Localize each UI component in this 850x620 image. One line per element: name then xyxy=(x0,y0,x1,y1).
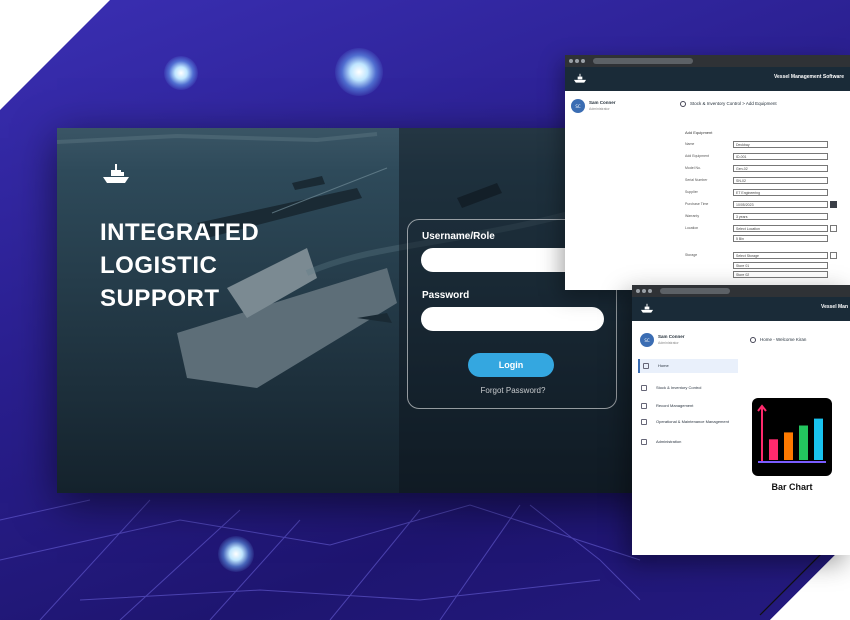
headline-line: INTEGRATED xyxy=(100,219,260,246)
sidebar-item-records[interactable]: Record Management xyxy=(638,399,738,413)
tile-bar xyxy=(799,425,808,460)
address-bar[interactable] xyxy=(660,288,730,294)
hero-headline: INTEGRATED LOGISTIC SUPPORT xyxy=(100,216,340,315)
window-dot-icon[interactable] xyxy=(575,59,579,63)
dashboard-window: Vessel Man SC Sam Conner Administrator H… xyxy=(632,285,850,555)
form-row: Supplier ET Engineering xyxy=(685,189,840,197)
date-field[interactable]: 10/05/2023 xyxy=(733,201,828,208)
bar-chart-tile[interactable] xyxy=(752,398,832,476)
field-input[interactable]: 3 years xyxy=(733,213,828,220)
password-input[interactable] xyxy=(421,307,604,331)
form-row: Storage Select Storage xyxy=(685,252,840,260)
home-icon xyxy=(750,337,756,343)
browser-titlebar xyxy=(632,285,850,297)
window-dot-icon[interactable] xyxy=(636,289,640,293)
user-role: Administrator xyxy=(589,107,610,111)
form-row: Add Equipment ID-001 xyxy=(685,153,840,161)
form-row: 5 Bin xyxy=(685,235,840,243)
ship-logo-icon xyxy=(640,303,654,313)
sidebar-item-home[interactable]: Home xyxy=(638,359,738,373)
users-icon xyxy=(641,439,647,445)
field-label: Model No. xyxy=(685,166,701,170)
sidebar-item-label: Operational & Maintenance Management xyxy=(656,419,729,424)
sidebar-item-label: Administration xyxy=(656,439,682,444)
calendar-icon[interactable] xyxy=(830,201,837,208)
user-name: Sam Conner xyxy=(658,334,685,339)
form-section-title: Add Equipment xyxy=(685,130,713,135)
login-button[interactable]: Login xyxy=(468,353,554,377)
field-label: Add Equipment xyxy=(685,154,709,158)
app-header: Vessel Management Software xyxy=(565,67,850,91)
sidebar-item-label: Record Management xyxy=(656,403,694,408)
chevron-down-icon[interactable] xyxy=(830,252,837,259)
window-dot-icon[interactable] xyxy=(642,289,646,293)
field-label: Supplier xyxy=(685,190,698,194)
field-input[interactable]: ID-001 xyxy=(733,153,828,160)
sidebar-item-operations[interactable]: Operational & Maintenance Management xyxy=(638,415,738,431)
ship-logo-icon xyxy=(103,164,129,183)
form-row: Store 02 xyxy=(685,271,840,279)
field-input[interactable]: Gen-02 xyxy=(733,165,828,172)
window-dot-icon[interactable] xyxy=(581,59,585,63)
field-label: Storage xyxy=(685,253,698,257)
field-input[interactable]: Deckbay xyxy=(733,141,828,148)
form-row: Name Deckbay xyxy=(685,141,840,149)
breadcrumb-icon xyxy=(680,101,686,107)
headline-line: LOGISTIC xyxy=(100,252,218,279)
sidebar-item-label: Home xyxy=(658,363,669,368)
tile-bar xyxy=(784,432,793,460)
browser-titlebar xyxy=(565,55,850,67)
storage-select[interactable]: Select Storage xyxy=(733,252,828,259)
box-icon xyxy=(641,385,647,391)
bar-chart-icon xyxy=(757,404,826,463)
sidebar-item-administration[interactable]: Administration xyxy=(638,435,738,449)
tile-bar xyxy=(769,439,778,460)
field-input[interactable]: SN-02 xyxy=(733,177,828,184)
form-row: Serial Number SN-02 xyxy=(685,177,840,185)
field-label: Location xyxy=(685,226,699,230)
window-dot-icon[interactable] xyxy=(569,59,573,63)
field-label: Serial Number xyxy=(685,178,708,182)
user-name: Sam Conner xyxy=(589,100,616,105)
form-row: Warranty 3 years xyxy=(685,213,840,221)
form-row: Store 01 xyxy=(685,262,840,270)
tile-bar xyxy=(814,418,823,460)
sidebar-item-label: Stock & Inventory Control xyxy=(656,385,702,390)
app-title: Vessel Man xyxy=(821,304,848,310)
location-select[interactable]: Select Location xyxy=(733,225,828,232)
field-input[interactable]: Store 01 xyxy=(733,262,828,269)
field-input[interactable]: ET Engineering xyxy=(733,189,828,196)
username-label: Username/Role xyxy=(422,231,495,242)
field-input[interactable]: Store 02 xyxy=(733,271,828,278)
field-input[interactable]: 5 Bin xyxy=(733,235,828,242)
app-title: Vessel Management Software xyxy=(773,74,844,80)
form-row: Location Select Location xyxy=(685,225,840,233)
sidebar-item-stock[interactable]: Stock & Inventory Control xyxy=(638,381,738,395)
equipment-window: Vessel Management Software SC Sam Conner… xyxy=(565,55,850,290)
ship-logo-icon xyxy=(573,73,587,83)
form-row: Model No. Gen-02 xyxy=(685,165,840,173)
breadcrumb: Stock & Inventory Control > Add Equipmen… xyxy=(690,101,777,106)
tile-caption: Bar Chart xyxy=(771,482,813,492)
field-label: Warranty xyxy=(685,214,700,218)
avatar[interactable]: SC xyxy=(571,99,585,113)
app-header: Vessel Man xyxy=(632,297,850,321)
home-icon xyxy=(643,363,649,369)
password-label: Password xyxy=(422,290,470,301)
address-bar[interactable] xyxy=(593,58,693,64)
form-row: Purchase Time 10/05/2023 xyxy=(685,201,840,209)
breadcrumb: Home - Welcome Kiran xyxy=(760,337,807,342)
field-label: Name xyxy=(685,142,695,146)
wrench-icon xyxy=(641,419,647,425)
chevron-down-icon[interactable] xyxy=(830,225,837,232)
document-icon xyxy=(641,403,647,409)
field-label: Purchase Time xyxy=(685,202,709,206)
headline-line: SUPPORT xyxy=(100,285,220,312)
avatar[interactable]: SC xyxy=(640,333,654,347)
window-dot-icon[interactable] xyxy=(648,289,652,293)
user-role: Administrator xyxy=(658,341,679,345)
forgot-password-link[interactable]: Forgot Password? xyxy=(408,386,618,395)
